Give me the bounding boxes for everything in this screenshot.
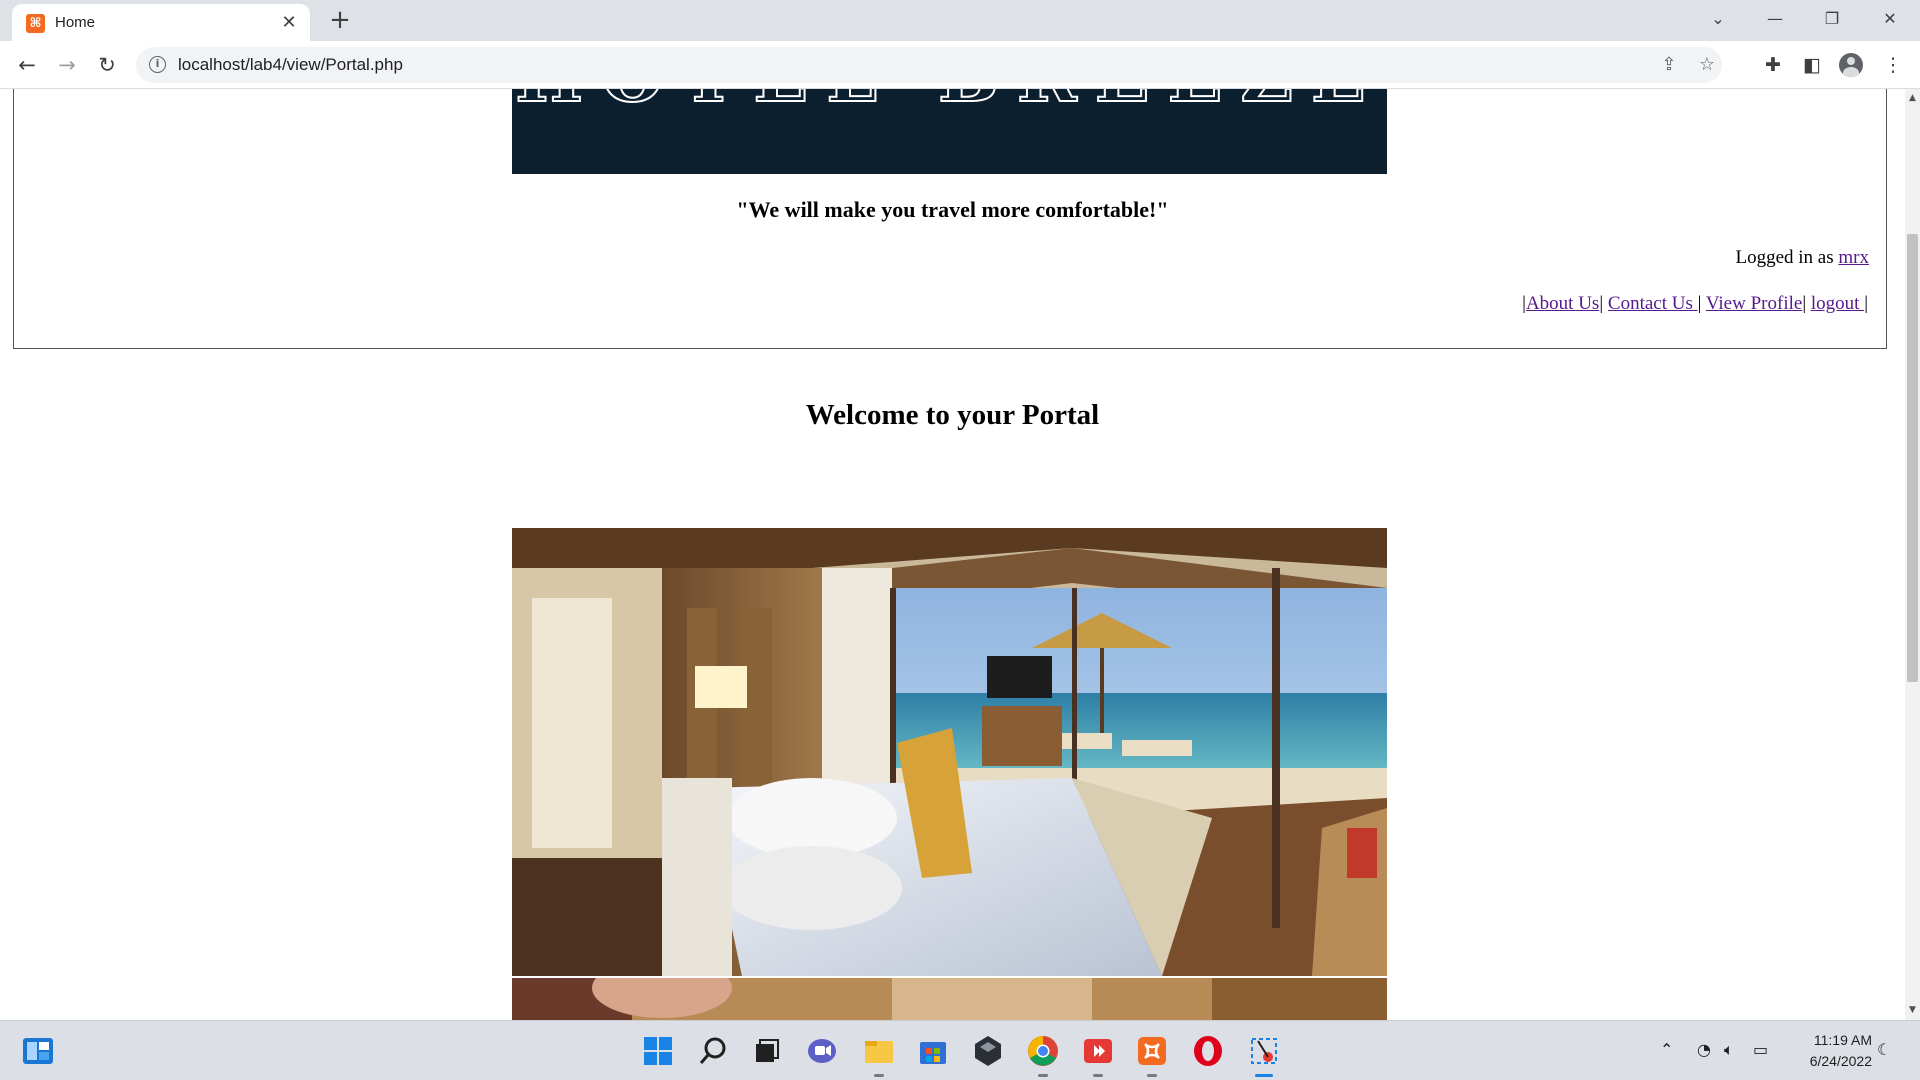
hotel-room-photo — [512, 528, 1387, 976]
wifi-icon[interactable]: ◔ — [1697, 1040, 1711, 1060]
profile-avatar-icon[interactable] — [1839, 53, 1863, 77]
page-viewport: HOTEL BREEZE "We will make you travel mo… — [0, 89, 1905, 1020]
running-indicator — [874, 1074, 884, 1077]
battery-icon[interactable]: ▭ — [1753, 1040, 1768, 1060]
second-photo-illustration — [512, 978, 1387, 1020]
anydesk-icon[interactable] — [1080, 1033, 1116, 1077]
page-scrollbar[interactable]: ▲ ▼ — [1905, 89, 1920, 1020]
header-nav: |About Us| Contact Us | View Profile| lo… — [1522, 293, 1868, 314]
scroll-down-icon[interactable]: ▼ — [1905, 1003, 1920, 1018]
forward-button[interactable]: → — [52, 50, 82, 80]
widgets-icon[interactable] — [20, 1033, 56, 1069]
share-icon[interactable]: ⇪ — [1657, 53, 1681, 77]
tab-title: Home — [55, 14, 96, 31]
about-us-link[interactable]: About Us — [1526, 293, 1599, 314]
address-bar[interactable]: i localhost/lab4/view/Portal.php ⇪ ☆ — [136, 47, 1722, 83]
xampp-favicon-icon: ⌘ — [26, 14, 45, 33]
menu-kebab-icon[interactable]: ⋮ — [1880, 52, 1906, 78]
side-panel-icon[interactable]: ◧ — [1799, 52, 1825, 78]
browser-tab-home[interactable]: ⌘ Home ✕ — [12, 4, 310, 41]
windows-taskbar: ⌃ ◔ 🔈︎ ▭ 11:19 AM 6/24/2022 ☾ — [0, 1020, 1920, 1080]
browser-toolbar: ← → ↻ i localhost/lab4/view/Portal.php ⇪… — [0, 41, 1920, 89]
start-icon[interactable] — [640, 1033, 676, 1069]
running-indicator — [1093, 1074, 1103, 1077]
username-link[interactable]: mrx — [1838, 247, 1869, 268]
snipping-tool-icon[interactable] — [1246, 1033, 1282, 1077]
minimize-button[interactable]: — — [1753, 4, 1797, 34]
tagline: "We will make you travel more comfortabl… — [736, 197, 1169, 222]
search-icon[interactable] — [695, 1033, 731, 1069]
volume-icon[interactable]: 🔈︎ — [1724, 1040, 1734, 1060]
store-icon[interactable] — [915, 1033, 951, 1069]
view-profile-link[interactable]: View Profile — [1706, 293, 1802, 314]
chat-icon[interactable] — [804, 1033, 840, 1069]
reload-button[interactable]: ↻ — [92, 50, 122, 80]
system-clock[interactable]: 11:19 AM 6/24/2022 — [1810, 1030, 1872, 1072]
focus-assist-moon-icon[interactable]: ☾ — [1877, 1040, 1891, 1060]
banner-logo-text: HOTEL BREEZE — [512, 89, 1387, 119]
logout-link[interactable]: logout — [1811, 293, 1864, 314]
opera-icon[interactable] — [1190, 1033, 1226, 1069]
scroll-up-icon[interactable]: ▲ — [1905, 91, 1920, 106]
new-tab-button[interactable]: + — [325, 6, 355, 36]
site-info-icon[interactable]: i — [149, 56, 166, 73]
welcome-heading: Welcome to your Portal — [805, 399, 1100, 431]
tray-overflow-chevron-icon[interactable]: ⌃ — [1660, 1040, 1673, 1060]
task-view-icon[interactable] — [748, 1033, 784, 1069]
running-indicator — [1038, 1074, 1048, 1077]
file-explorer-icon[interactable] — [861, 1033, 897, 1077]
tab-strip: ⌘ Home ✕ + ⌄ — ❐ ✕ — [0, 0, 1920, 41]
extensions-puzzle-icon[interactable]: ✚ — [1760, 52, 1786, 78]
scroll-thumb[interactable] — [1907, 234, 1918, 682]
hotel-banner: HOTEL BREEZE — [512, 89, 1387, 174]
xampp-icon[interactable] — [1134, 1033, 1170, 1077]
clock-date: 6/24/2022 — [1809, 1053, 1872, 1069]
back-button[interactable]: ← — [12, 50, 42, 80]
chrome-icon[interactable] — [1025, 1033, 1061, 1077]
tab-search-icon[interactable]: ⌄ — [1696, 4, 1740, 34]
contact-us-link[interactable]: Contact Us — [1608, 293, 1698, 314]
logged-in-status: Logged in as mrx — [1735, 247, 1869, 269]
bookmark-star-icon[interactable]: ☆ — [1695, 53, 1719, 77]
active-indicator — [1255, 1074, 1273, 1077]
clock-time: 11:19 AM — [1813, 1032, 1872, 1048]
second-photo — [512, 978, 1387, 1020]
url-text[interactable]: localhost/lab4/view/Portal.php — [178, 55, 403, 75]
app-icon[interactable] — [970, 1033, 1006, 1069]
tab-close-icon[interactable]: ✕ — [278, 11, 300, 33]
restore-button[interactable]: ❐ — [1810, 4, 1854, 34]
close-window-button[interactable]: ✕ — [1868, 4, 1912, 34]
running-indicator — [1147, 1074, 1157, 1077]
hotel-room-illustration — [512, 528, 1387, 976]
logged-in-label: Logged in as — [1735, 247, 1839, 268]
